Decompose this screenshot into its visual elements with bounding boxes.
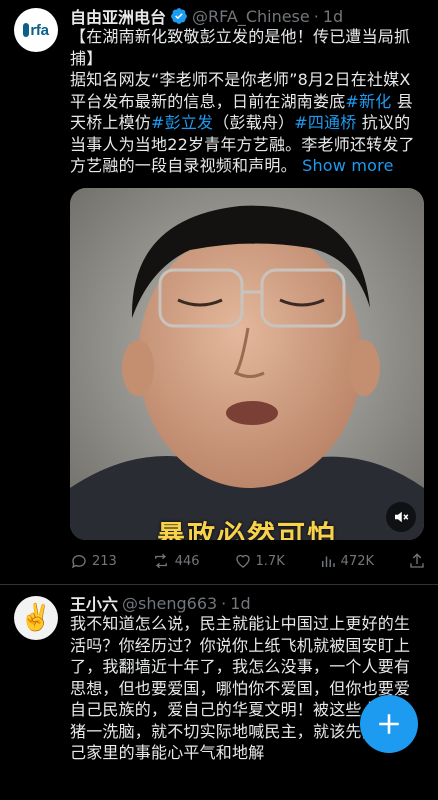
reply-time[interactable]: 1d [230, 594, 250, 613]
share-button[interactable] [408, 552, 426, 570]
video-caption: 暴政必然可怕 [156, 519, 337, 540]
hashtag-link[interactable]: #四通桥 [294, 113, 356, 132]
mute-button[interactable] [386, 502, 416, 532]
reply-count: 213 [92, 553, 117, 569]
repost-button[interactable]: 446 [151, 552, 200, 570]
speaker-muted-icon [395, 511, 409, 523]
repost-icon [154, 553, 167, 569]
like-button[interactable]: 1.7K [234, 552, 285, 570]
heart-icon [235, 554, 250, 568]
share-icon [410, 553, 424, 568]
tweet-text-fragment: （彭载舟） [213, 113, 295, 132]
reply-header: 王小六 @sheng663 · 1d [70, 591, 251, 615]
verified-badge-icon [170, 7, 188, 25]
views-button[interactable]: 472K [319, 552, 374, 570]
reply-icon [71, 555, 86, 569]
show-more-link[interactable]: Show more [302, 156, 394, 175]
victory-hand-icon: ✌️ [19, 603, 53, 633]
like-count: 1.7K [255, 553, 285, 569]
rfa-logo-mark-icon [23, 23, 30, 37]
tweet-video[interactable]: 暴政必然可怕 [70, 188, 424, 540]
rfa-avatar[interactable]: rfa [14, 8, 58, 52]
reply-author-name[interactable]: 王小六 [70, 591, 118, 615]
views-count: 472K [340, 553, 375, 569]
video-frame-image [70, 188, 424, 540]
reply-button[interactable]: 213 [70, 552, 117, 570]
tweet-text-fragment: 【在湖南新化致敬彭立发的是他！传已遭当局抓捕】 [70, 27, 411, 68]
hashtag-link[interactable]: #彭立发 [151, 113, 213, 132]
tweet-time[interactable]: 1d [323, 7, 343, 26]
reply-author-handle[interactable]: @sheng663 [122, 594, 217, 613]
rfa-logo-text: rfa [30, 21, 49, 39]
plus-icon [379, 714, 399, 734]
tweet-text-content: 【在湖南新化致敬彭立发的是他！传已遭当局抓捕】 据知名网友“李老师不是你老师”8月… [70, 27, 415, 175]
repost-count: 446 [174, 553, 200, 569]
tweet-actions: 213 446 1.7K 472K [70, 552, 426, 570]
compose-button[interactable] [360, 695, 418, 753]
tweet-header: 自由亚洲电台 @RFA_Chinese · 1d [70, 4, 343, 28]
reply-avatar[interactable]: ✌️ [14, 596, 58, 640]
author-name[interactable]: 自由亚洲电台 [70, 4, 166, 28]
separator-dot: · [313, 6, 319, 26]
views-chart-icon [321, 556, 335, 567]
hashtag-link[interactable]: #新化 [345, 92, 391, 111]
tweet-divider [0, 584, 438, 585]
reply-separator-dot: · [221, 593, 227, 613]
tweet-text: 【在湖南新化致敬彭立发的是他！传已遭当局抓捕】 据知名网友“李老师不是你老师”8月… [70, 26, 426, 177]
author-handle[interactable]: @RFA_Chinese [192, 7, 310, 26]
